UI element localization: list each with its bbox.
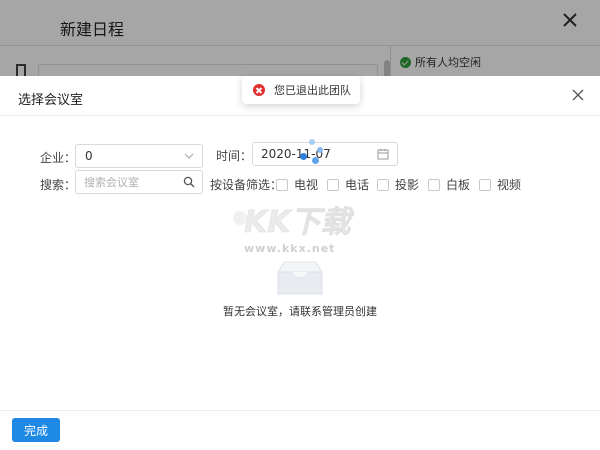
checkbox-label: 电视 (294, 178, 319, 192)
checkbox-label: 电话 (345, 178, 370, 192)
company-label: 企业： (40, 151, 77, 165)
filter-projector-checkbox[interactable]: 投影 (377, 176, 419, 193)
calendar-icon (377, 149, 389, 160)
empty-state-message: 暂无会议室，请联系管理员创建 (223, 305, 377, 318)
date-picker[interactable]: 2020-11-07 (252, 142, 398, 166)
done-button[interactable]: 完成 (12, 418, 60, 442)
modal-title: 选择会议室 (18, 93, 84, 108)
svg-text:KK下载: KK下载 (244, 205, 354, 240)
spinner-dot (309, 139, 315, 145)
room-select-modal: 选择会议室 企业： 0 时间： 2020-11-07 搜索： 按设备筛选： 电视… (0, 76, 600, 450)
company-select[interactable]: 0 (75, 144, 203, 168)
checkbox-label: 投影 (395, 178, 420, 192)
checkbox-box[interactable] (327, 178, 339, 191)
company-value: 0 (85, 149, 93, 163)
search-label: 搜索： (40, 178, 77, 192)
filter-whiteboard-checkbox[interactable]: 白板 (428, 176, 470, 193)
footer-divider (0, 410, 600, 411)
watermark-url: www.kkx.net (244, 242, 336, 255)
time-label: 时间： (216, 149, 253, 163)
filter-tv-checkbox[interactable]: 电视 (276, 176, 318, 193)
search-box (75, 170, 203, 194)
modal-overlay (0, 0, 600, 76)
error-icon (253, 84, 265, 96)
spinner-dot (317, 147, 323, 153)
search-input[interactable] (84, 174, 180, 190)
spinner-dot (300, 153, 307, 160)
checkbox-box[interactable] (479, 178, 491, 191)
checkbox-label: 视频 (497, 178, 522, 192)
checkbox-box[interactable] (276, 178, 288, 191)
checkbox-box[interactable] (377, 178, 389, 191)
close-icon[interactable] (572, 89, 584, 101)
filter-phone-checkbox[interactable]: 电话 (327, 176, 369, 193)
checkbox-label: 白板 (446, 178, 471, 192)
toast-message: 您已退出此团队 (274, 84, 351, 97)
toast-notification: 您已退出此团队 (242, 76, 360, 104)
search-icon[interactable] (183, 176, 195, 188)
equipment-filter-label: 按设备筛选： (210, 178, 283, 192)
chevron-down-icon (184, 153, 194, 159)
filter-video-checkbox[interactable]: 视频 (479, 176, 521, 193)
empty-box-icon (277, 261, 323, 295)
checkbox-box[interactable] (428, 178, 440, 191)
spinner-dot (312, 157, 319, 164)
